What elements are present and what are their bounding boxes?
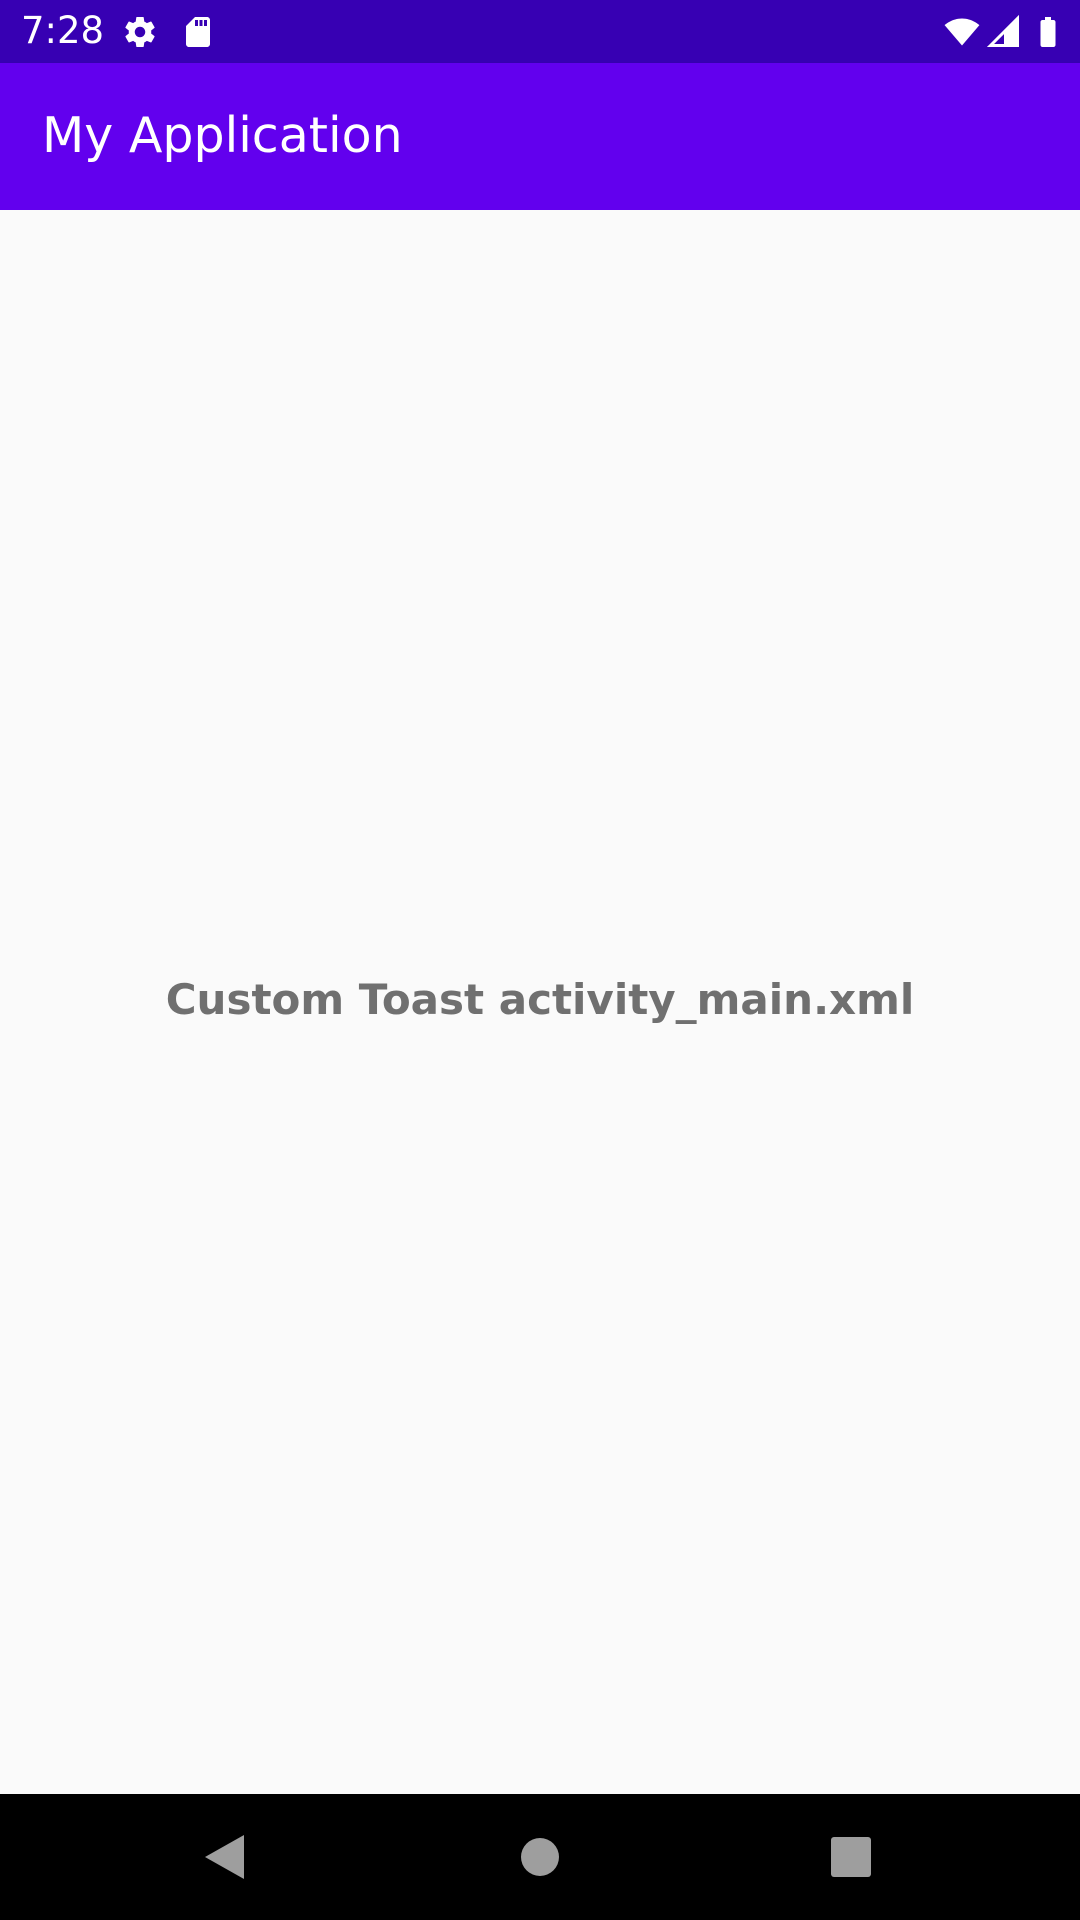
status-time: 7:28 (21, 9, 105, 52)
battery-icon (1030, 14, 1066, 50)
sd-card-icon (180, 14, 216, 50)
gear-icon (122, 14, 158, 50)
status-bar: 7:28 (0, 0, 1080, 63)
home-icon[interactable] (507, 1824, 573, 1890)
app-screen: 7:28 My Application Custom Toast activit… (0, 0, 1080, 1920)
cellular-signal-icon (986, 14, 1022, 50)
recents-icon[interactable] (818, 1824, 884, 1890)
back-icon[interactable] (192, 1824, 258, 1890)
app-title: My Application (42, 107, 403, 164)
center-message: Custom Toast activity_main.xml (165, 975, 915, 1024)
navigation-bar (0, 1794, 1080, 1920)
app-bar: My Application (0, 63, 1080, 210)
wifi-icon (944, 14, 980, 50)
main-content: Custom Toast activity_main.xml (0, 210, 1080, 1794)
